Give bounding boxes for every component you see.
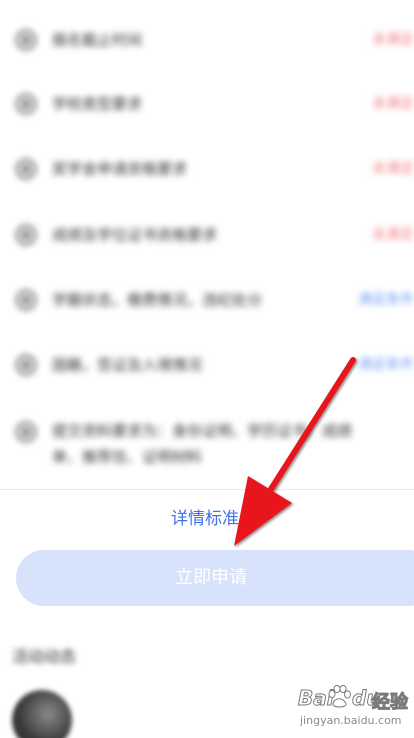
criteria-text: 国籍，签证及入境情况 <box>52 356 203 374</box>
checklist-icon <box>16 159 36 179</box>
divider <box>0 489 414 490</box>
checklist-icon <box>16 290 36 310</box>
criteria-text: 学籍状态，缴费情况，违纪处分 <box>52 291 263 309</box>
paw-icon <box>328 684 351 708</box>
criteria-row: 提交资料要求为：身份证明、学历证书、成绩单、推荐信、证明材料 <box>0 418 414 474</box>
baidu-jingyan-watermark: Bai du 经验 jingyan.baidu.com <box>298 682 410 734</box>
avatar[interactable] <box>12 690 72 738</box>
criteria-row: 奖学金申请资格要求 未满足 <box>0 157 414 181</box>
details-standard-link[interactable]: 详情标准 <box>171 506 239 532</box>
criteria-status: 满足条件 <box>358 292 414 308</box>
checklist-icon <box>16 225 36 245</box>
criteria-status: 未满足 <box>372 96 414 112</box>
criteria-row: 学籍状态，缴费情况，违纪处分 满足条件 <box>0 288 414 312</box>
application-page: 报名截止时间 未满足 学校类型要求 未满足 奖学金申请资格要求 未满足 成绩及学… <box>0 0 414 738</box>
checklist-icon <box>16 355 36 375</box>
criteria-text: 提交资料要求为：身份证明、学历证书、成绩单、推荐信、证明材料 <box>52 422 353 466</box>
logo-suffix: 经验 <box>372 692 409 714</box>
criteria-status: 未满足 <box>372 227 414 243</box>
criteria-row: 国籍，签证及入境情况 满足条件 <box>0 353 414 377</box>
criteria-text: 成绩及学位证书资格要求 <box>52 226 218 244</box>
criteria-status: 未满足 <box>372 32 414 48</box>
criteria-text: 学校类型要求 <box>52 95 143 113</box>
apply-now-label: 立即申请 <box>175 567 247 588</box>
criteria-status: 未满足 <box>372 161 414 177</box>
criteria-row: 报名截止时间 未满足 <box>0 28 414 52</box>
apply-now-button[interactable]: 立即申请 <box>16 550 414 606</box>
criteria-text: 报名截止时间 <box>52 31 143 49</box>
criteria-list: 报名截止时间 未满足 学校类型要求 未满足 奖学金申请资格要求 未满足 成绩及学… <box>0 0 414 480</box>
checklist-icon <box>16 94 36 114</box>
criteria-row: 学校类型要求 未满足 <box>0 92 414 116</box>
criteria-status: 满足条件 <box>358 357 414 373</box>
criteria-text: 奖学金申请资格要求 <box>52 160 188 178</box>
section-title: 活动动态 <box>12 647 77 666</box>
checklist-icon <box>16 422 36 442</box>
watermark-url: jingyan.baidu.com <box>300 714 402 727</box>
criteria-row: 成绩及学位证书资格要求 未满足 <box>0 223 414 247</box>
checklist-icon <box>16 30 36 50</box>
